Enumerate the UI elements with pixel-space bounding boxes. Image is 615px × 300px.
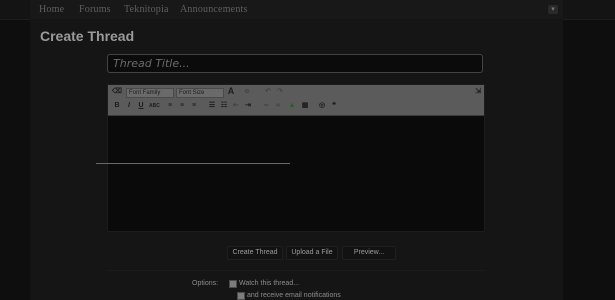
unlink-icon[interactable]: ∝	[274, 102, 282, 110]
preview-button[interactable]: Preview...	[342, 246, 396, 260]
nav-forums[interactable]: Forums	[79, 4, 111, 15]
page-title: Create Thread	[40, 28, 135, 44]
separator	[107, 270, 485, 271]
watch-thread-checkbox[interactable]	[229, 280, 237, 288]
undo-icon[interactable]: ↶	[264, 88, 272, 96]
nav-announcements[interactable]: Announcements	[180, 4, 248, 15]
bulleted-list-icon[interactable]: ☰	[208, 102, 216, 110]
options-label: Options:	[192, 280, 219, 287]
editor-body[interactable]	[108, 116, 484, 231]
editor-caret-line	[96, 163, 290, 164]
nav-home[interactable]: Home	[39, 4, 64, 15]
chevron-down-icon[interactable]: ▾	[548, 5, 558, 14]
watch-thread-label[interactable]: Watch this thread...	[239, 280, 299, 287]
outdent-icon[interactable]: ⇤	[232, 102, 240, 110]
font-family-select[interactable]: Font Family	[126, 88, 174, 98]
toggle-source-icon[interactable]: ⇲	[474, 88, 482, 96]
eraser-icon[interactable]: ⌫	[112, 88, 122, 96]
strikethrough-icon[interactable]: ABC	[149, 102, 160, 110]
editor-toolbar: ⌫ Font Family Font Size A ☺ ↶ ↷ ⇲ B I U …	[108, 85, 484, 116]
smilies-icon[interactable]: ☺	[243, 88, 251, 96]
redo-icon[interactable]: ↷	[276, 88, 284, 96]
font-size-select[interactable]: Font Size	[176, 88, 224, 98]
email-notifications-label[interactable]: and receive email notifications	[247, 292, 341, 299]
email-notifications-checkbox[interactable]	[237, 292, 245, 300]
italic-icon[interactable]: I	[125, 102, 133, 110]
upload-file-button[interactable]: Upload a File	[286, 246, 338, 260]
font-size-label: Font Size	[179, 90, 205, 96]
numbered-list-icon[interactable]: ☷	[220, 102, 228, 110]
media-icon[interactable]: ▦	[301, 102, 309, 110]
align-right-icon[interactable]: ≡	[190, 102, 198, 110]
align-center-icon[interactable]: ≡	[178, 102, 186, 110]
create-thread-button[interactable]: Create Thread	[227, 246, 283, 260]
bold-icon[interactable]: B	[113, 102, 121, 110]
top-navigation: Home Forums Teknitopia Announcements ▾	[0, 0, 615, 20]
text-color-icon[interactable]: A	[227, 87, 235, 96]
message-editor[interactable]: ⌫ Font Family Font Size A ☺ ↶ ↷ ⇲ B I U …	[107, 84, 485, 232]
align-left-icon[interactable]: ≡	[166, 102, 174, 110]
nav-teknitopia[interactable]: Teknitopia	[124, 4, 169, 15]
indent-icon[interactable]: ⇥	[244, 102, 252, 110]
quote-icon[interactable]: ❝	[330, 102, 338, 110]
code-icon[interactable]: ◎	[318, 102, 326, 110]
link-icon[interactable]: ∞	[262, 102, 270, 110]
thread-title-input[interactable]	[107, 54, 483, 73]
underline-icon[interactable]: U	[137, 102, 145, 110]
image-icon[interactable]: ▲	[288, 102, 296, 110]
font-family-label: Font Family	[129, 90, 161, 96]
